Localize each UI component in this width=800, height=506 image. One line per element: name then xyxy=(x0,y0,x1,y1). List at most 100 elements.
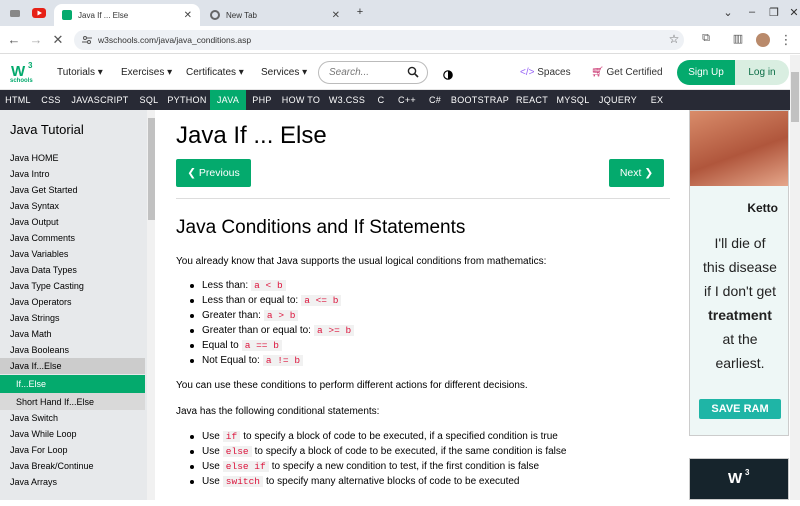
topnav-item-java[interactable]: JAVA xyxy=(210,90,246,110)
sidebar-item-java-break-continue[interactable]: Java Break/Continue xyxy=(0,458,145,474)
list-item: Greater than: a > b xyxy=(190,310,301,321)
sidebar-item-java-arrays[interactable]: Java Arrays xyxy=(0,474,145,490)
sidebar-item-java-for-loop[interactable]: Java For Loop xyxy=(0,442,145,458)
list-item: Less than or equal to: a <= b xyxy=(190,295,344,306)
topnav-item-php[interactable]: PHP xyxy=(246,90,278,110)
chrome-icon xyxy=(210,10,220,20)
youtube-icon[interactable] xyxy=(30,4,48,22)
extensions-icon[interactable]: ⧉ xyxy=(698,32,714,45)
tab-new-tab[interactable]: New Tab ✕ xyxy=(202,4,348,26)
sidebar-item-if-else[interactable]: If...Else xyxy=(0,375,145,393)
topnav: HTML CSS JAVASCRIPT SQL PYTHON JAVA PHP HOW TO W… xyxy=(0,90,800,110)
close-tab-icon[interactable]: ✕ xyxy=(184,10,192,21)
sidebar-item-java-get-started[interactable]: Java Get Started xyxy=(0,182,145,198)
sidebar-item-java-data-types[interactable]: Java Data Types xyxy=(0,262,145,278)
svg-text:W: W xyxy=(728,470,743,487)
minimize-icon[interactable]: – xyxy=(744,6,760,18)
topnav-item-python[interactable]: PYTHON xyxy=(164,90,210,110)
w3schools-ad-banner[interactable]: W3 xyxy=(689,458,789,500)
divider xyxy=(176,198,670,199)
topnav-item-mysql[interactable]: MYSQL xyxy=(552,90,594,110)
address-toolbar: ← → ✕ w3schools.com/java/java_conditions… xyxy=(0,26,800,54)
sidebar-item-java-syntax[interactable]: Java Syntax xyxy=(0,198,145,214)
sidebar-item-java-operators[interactable]: Java Operators xyxy=(0,294,145,310)
ad-cta-button[interactable]: SAVE RAM xyxy=(699,399,781,419)
previous-button[interactable]: ❮ Previous xyxy=(176,159,251,187)
site-info-icon[interactable] xyxy=(82,35,92,45)
list-item: Use switch to specify many alternative blo… xyxy=(190,476,520,487)
bookmark-star-icon[interactable]: ☆ xyxy=(666,32,682,46)
sidebar-item-java-booleans[interactable]: Java Booleans xyxy=(0,342,145,358)
topnav-item-how-to[interactable]: HOW TO xyxy=(278,90,324,110)
sidebar-item-java-home[interactable]: Java HOME xyxy=(0,150,145,166)
sidebar-item-short-hand-if-else[interactable]: Short Hand If...Else xyxy=(0,393,145,410)
sidebar-scroll-thumb[interactable] xyxy=(148,118,155,220)
next-button[interactable]: Next ❯ xyxy=(609,159,664,187)
list-item: Equal to a == b xyxy=(190,340,285,351)
topnav-item-w3-css[interactable]: W3.CSS xyxy=(324,90,370,110)
sidebar-item-java-type-casting[interactable]: Java Type Casting xyxy=(0,278,145,294)
topnav-item-javascript[interactable]: JAVASCRIPT xyxy=(66,90,134,110)
get-certified-link[interactable]: 🛒︎ Get Certified xyxy=(591,67,663,78)
ad-photo xyxy=(690,111,788,186)
sidebar-item-java-if-else[interactable]: Java If...Else xyxy=(0,358,145,374)
new-tab-icon[interactable]: + xyxy=(352,6,368,18)
close-tab-icon[interactable]: ✕ xyxy=(332,10,340,21)
tab-list-chevron-icon[interactable]: ⌄ xyxy=(720,6,736,19)
sidebar-item-java-math[interactable]: Java Math xyxy=(0,326,145,342)
topnav-item-c[interactable]: C xyxy=(370,90,392,110)
svg-text:3: 3 xyxy=(745,468,750,477)
side-panel-icon[interactable]: ▥ xyxy=(730,32,746,45)
close-window-icon[interactable]: ✕ xyxy=(786,6,800,19)
sidebar-item-java-while-loop[interactable]: Java While Loop xyxy=(0,426,145,442)
intro-paragraph: You already know that Java supports the … xyxy=(176,256,547,267)
main-content: Java If ... Else ❮ Previous Next ❯ Java … xyxy=(160,110,680,500)
tab-java-if-else[interactable]: Java If ... Else ✕ xyxy=(54,4,200,26)
tab-search-icon[interactable] xyxy=(6,4,24,22)
topnav-item-jquery[interactable]: JQUERY xyxy=(594,90,642,110)
sidebar-item-java-switch[interactable]: Java Switch xyxy=(0,410,145,426)
topnav-item-react[interactable]: REACT xyxy=(512,90,552,110)
ad-text: I'll die of this disease if I don't get … xyxy=(703,235,777,371)
forward-arrow-icon[interactable]: → xyxy=(28,32,44,47)
paragraph: You can use these conditions to perform … xyxy=(176,380,528,391)
menu-services[interactable]: Services ▾ xyxy=(261,67,307,78)
list-item: Use else to specify a block of code to be … xyxy=(190,446,566,457)
topnav-item-ex[interactable]: EX xyxy=(642,90,672,110)
login-button[interactable]: Log in xyxy=(735,60,789,85)
sidebar-item-java-output[interactable]: Java Output xyxy=(0,214,145,230)
profile-avatar[interactable] xyxy=(756,33,770,47)
w3schools-logo[interactable]: W 3 schools xyxy=(10,59,38,87)
browser-menu-icon[interactable]: ⋮ xyxy=(778,32,794,48)
sidebar-item-java-intro[interactable]: Java Intro xyxy=(0,166,145,182)
menu-exercises[interactable]: Exercises ▾ xyxy=(121,67,172,78)
spaces-link[interactable]: </> Spaces xyxy=(520,67,571,78)
list-item: Use if to specify a block of code to be ex… xyxy=(190,431,558,442)
list-item: Use else if to specify a new condition to … xyxy=(190,461,539,472)
signup-button[interactable]: Sign Up xyxy=(677,60,735,85)
search-icon[interactable] xyxy=(407,66,419,78)
topnav-item-sql[interactable]: SQL xyxy=(134,90,164,110)
sidebar-title: Java Tutorial xyxy=(10,122,84,137)
sidebar-item-java-strings[interactable]: Java Strings xyxy=(0,310,145,326)
dark-mode-toggle-icon[interactable] xyxy=(443,67,453,80)
back-arrow-icon[interactable]: ← xyxy=(6,32,22,47)
menu-certificates[interactable]: Certificates ▾ xyxy=(186,67,244,78)
menu-tutorials[interactable]: Tutorials ▾ xyxy=(57,67,103,78)
ad-brand: Ketto xyxy=(747,201,778,215)
topnav-item-css[interactable]: CSS xyxy=(36,90,66,110)
address-bar[interactable]: w3schools.com/java/java_conditions.asp xyxy=(74,30,684,50)
stop-loading-icon[interactable]: ✕ xyxy=(50,32,66,48)
list-item: Not Equal to: a != b xyxy=(190,355,306,366)
topnav-item-html[interactable]: HTML xyxy=(0,90,36,110)
topnav-item-c-[interactable]: C++ xyxy=(392,90,422,110)
search-input[interactable]: Search... xyxy=(318,61,428,84)
page-scroll-thumb[interactable] xyxy=(791,72,799,122)
topnav-item-c-[interactable]: C# xyxy=(422,90,448,110)
advertisement[interactable]: Ketto I'll die of this disease if I don'… xyxy=(689,110,789,436)
topnav-item-bootstrap[interactable]: BOOTSTRAP xyxy=(448,90,512,110)
page-title: Java If ... Else xyxy=(176,122,327,149)
sidebar-item-java-comments[interactable]: Java Comments xyxy=(0,230,145,246)
maximize-icon[interactable]: ❐ xyxy=(766,6,782,19)
sidebar-item-java-variables[interactable]: Java Variables xyxy=(0,246,145,262)
